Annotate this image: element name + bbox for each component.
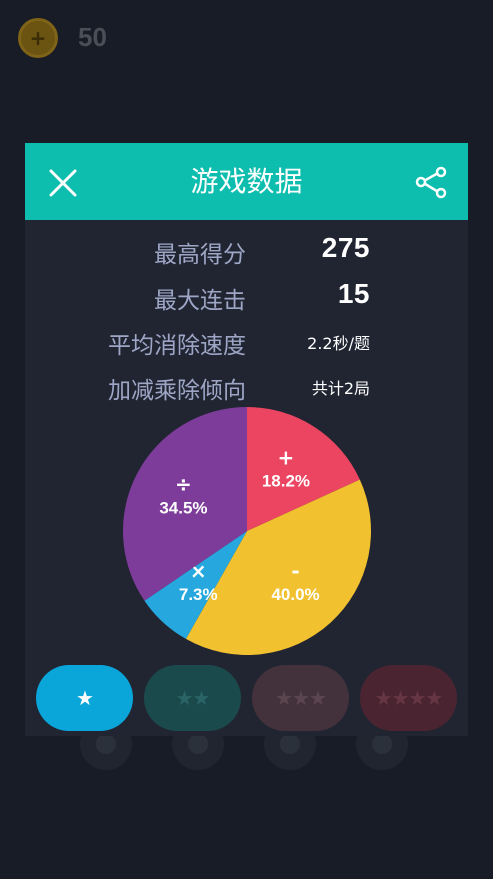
stat-label-avg-speed: 平均消除速度 — [108, 333, 246, 359]
coin-icon: + — [18, 18, 58, 58]
level-tab-2[interactable]: ★★ — [144, 665, 241, 731]
stat-value-games-count: 共计2局 — [311, 379, 370, 398]
share-button[interactable] — [411, 163, 451, 203]
stat-label-max-combo: 最大连击 — [154, 288, 246, 314]
stats-dialog: 游戏数据 最高得分 275 最大连击 15 平均消除速度 2.2秒/题 加减乘除… — [25, 143, 468, 736]
operation-pie-chart: +18.2%-40.0%×7.3%÷34.5% — [123, 407, 371, 655]
close-button[interactable] — [43, 163, 83, 203]
pie-slice-operator: ÷ — [175, 472, 192, 496]
stat-label-high-score: 最高得分 — [154, 242, 246, 268]
level-tab-3[interactable]: ★★★ — [252, 665, 349, 731]
level-tab-4[interactable]: ★★★★ — [360, 665, 457, 731]
pie-slice-operator: - — [291, 559, 299, 583]
stat-label-op-tendency: 加减乘除倾向 — [108, 378, 246, 404]
pie-slice-operator: + — [278, 446, 295, 470]
pie-slice-percent: 34.5% — [159, 498, 207, 517]
level-tab-1[interactable]: ★ — [36, 665, 133, 731]
stat-value-avg-speed: 2.2秒/题 — [307, 334, 370, 353]
dialog-title: 游戏数据 — [190, 165, 303, 198]
stat-value-high-score: 275 — [321, 232, 370, 263]
pie-slice-percent: 18.2% — [262, 472, 310, 491]
stat-value-max-combo: 15 — [337, 278, 370, 309]
pie-slice-percent: 40.0% — [271, 585, 319, 604]
pie-slice-percent: 7.3% — [179, 585, 218, 604]
share-icon — [415, 166, 447, 199]
dialog-header: 游戏数据 — [25, 143, 468, 220]
close-icon — [49, 169, 77, 197]
coin-score: 50 — [78, 22, 107, 52]
